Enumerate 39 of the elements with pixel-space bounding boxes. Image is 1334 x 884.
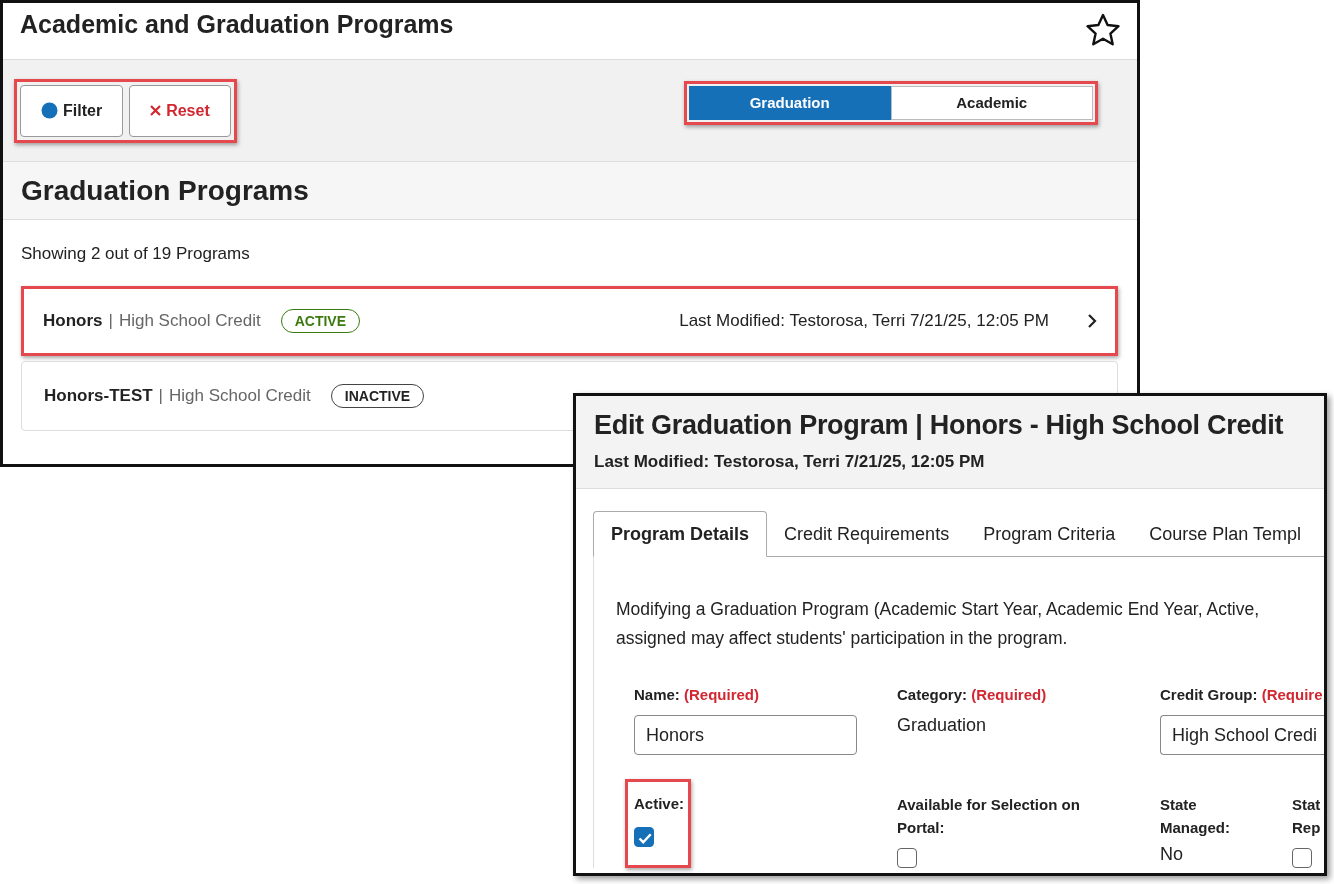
separator: | (158, 386, 164, 406)
field-label: Stat Rep (1292, 795, 1322, 838)
section-title: Graduation Programs (21, 174, 309, 207)
close-icon (150, 105, 162, 116)
checkbox[interactable] (897, 848, 917, 868)
reset-button[interactable]: Reset (129, 84, 231, 137)
field-value: No (1160, 844, 1183, 865)
separator: | (108, 311, 113, 331)
tab[interactable]: Credit Requirements (767, 511, 967, 557)
tab[interactable]: Course Plan Templ (1132, 511, 1318, 557)
checkbox[interactable] (634, 827, 654, 847)
field-label: Category: (Required) (897, 685, 1047, 705)
field-value: Graduation (897, 715, 987, 736)
view-toggle-tab[interactable]: Graduation (688, 85, 891, 120)
credit-group-dropdown[interactable]: High School Credi (1160, 715, 1324, 755)
program-credit-group: High School Credit (118, 311, 261, 331)
description-text: Modifying a Graduation Program (Academic Start Year, Academic End Year, Active, assigned may affect students' participation in the program. (616, 598, 1260, 650)
program-row[interactable]: Honors | High School Credit ACTIVE Last Modified: Testorosa, Terri 7/21/25, 12:05 PM (21, 286, 1118, 356)
field-label: Active: (634, 794, 685, 814)
field-label: Available for Selection on Portal: (897, 795, 1081, 838)
tab[interactable]: Program Criteria (966, 511, 1133, 557)
field-label: State Managed: (1160, 795, 1231, 838)
filter-dot-icon (41, 102, 58, 119)
field-label: Credit Group: (Require (1160, 685, 1323, 705)
star-icon[interactable] (1085, 13, 1121, 47)
last-modified-text: Last Modified: Testorosa, Terri 7/21/25, 12:05 PM (594, 452, 986, 472)
name-input-field[interactable]: Honors (634, 715, 857, 755)
page-title: Academic and Graduation Programs (20, 10, 454, 39)
last-modified-text: Last Modified: Testorosa, Terri 7/21/25, 12:05 PM (679, 311, 1049, 331)
checkbox[interactable] (1292, 848, 1312, 868)
chevron-right-icon (1087, 314, 1097, 328)
field-label: Name: (Required) (634, 685, 760, 705)
view-toggle-tab[interactable]: Academic (890, 85, 1093, 120)
results-count: Showing 2 out of 19 Programs (21, 244, 251, 264)
program-name: Honors-TEST (44, 386, 153, 406)
program-credit-group: High School Credit (169, 386, 311, 406)
program-name: Honors (43, 311, 103, 331)
filter-button[interactable]: Filter (20, 84, 124, 137)
tab[interactable]: Program Details (593, 511, 768, 557)
